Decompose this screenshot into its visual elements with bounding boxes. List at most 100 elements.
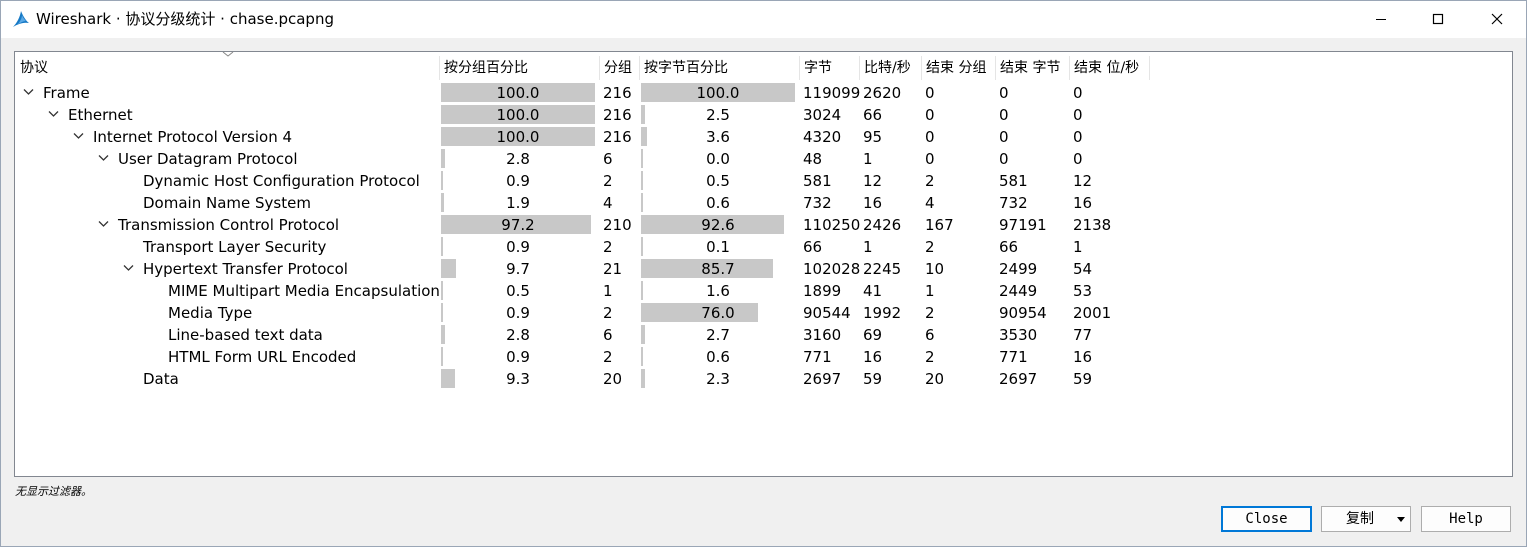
end-bytes-value: 90954 xyxy=(999,304,1047,322)
chevron-down-icon[interactable] xyxy=(98,154,109,162)
bits-per-second-value: 2426 xyxy=(863,216,902,234)
tree-row[interactable]: User Datagram Protocol 2.8 0.0 6 48 1 0 0 0 xyxy=(15,148,1512,170)
packets-value: 6 xyxy=(603,150,613,168)
bytes-value: 1899 xyxy=(803,282,842,300)
chevron-down-icon[interactable] xyxy=(73,132,84,140)
percent-packets-value: 9.3 xyxy=(506,370,530,388)
dropdown-arrow-icon[interactable] xyxy=(1397,517,1405,522)
bytes-value: 581 xyxy=(803,172,832,190)
end-bits-per-second-value: 77 xyxy=(1073,326,1093,344)
percent-packets-cell: 2.8 xyxy=(439,324,597,346)
bits-per-second-value: 59 xyxy=(863,370,883,388)
column-header-row: 协议 按分组百分比 分组 按字节百分比 字节 比特/秒 结束 分组 结束 字节 … xyxy=(15,56,1512,80)
tree-row[interactable]: Transmission Control Protocol 97.2 92.6 210… xyxy=(15,214,1512,236)
minimize-icon xyxy=(1376,19,1386,20)
tree-row[interactable]: MIME Multipart Media Encapsulation 0.5 1.6… xyxy=(15,280,1512,302)
percent-bytes-value: 0.0 xyxy=(706,150,730,168)
percent-bytes-cell: 0.0 xyxy=(639,148,797,170)
bytes-value: 732 xyxy=(803,194,832,212)
percent-packets-cell: 100.0 xyxy=(439,82,597,104)
percent-packets-value: 2.8 xyxy=(506,326,530,344)
percent-packets-value: 0.9 xyxy=(506,172,530,190)
protocol-cell: Ethernet xyxy=(15,104,439,126)
percent-bytes-value: 2.5 xyxy=(706,106,730,124)
column-header-end-packets[interactable]: 结束 分组 xyxy=(921,56,986,80)
end-packets-value: 10 xyxy=(925,260,945,278)
column-header-bytes[interactable]: 字节 xyxy=(799,56,832,80)
end-bytes-value: 0 xyxy=(999,150,1009,168)
protocol-cell: Dynamic Host Configuration Protocol xyxy=(15,170,439,192)
protocol-name: Ethernet xyxy=(68,106,133,124)
bytes-value: 771 xyxy=(803,348,832,366)
end-bytes-value: 66 xyxy=(999,238,1019,256)
bits-per-second-value: 66 xyxy=(863,106,883,124)
close-window-button[interactable] xyxy=(1468,0,1526,38)
chevron-down-icon[interactable] xyxy=(48,110,59,118)
tree-row[interactable]: Ethernet 100.0 2.5 216 3024 66 0 0 0 xyxy=(15,104,1512,126)
end-packets-value: 0 xyxy=(925,106,935,124)
bits-per-second-value: 16 xyxy=(863,194,883,212)
protocol-name: Frame xyxy=(43,84,90,102)
end-packets-value: 0 xyxy=(925,84,935,102)
column-header-percent-packets[interactable]: 按分组百分比 xyxy=(439,56,528,80)
end-bits-per-second-value: 0 xyxy=(1073,128,1083,146)
bytes-value: 90544 xyxy=(803,304,851,322)
bits-per-second-value: 12 xyxy=(863,172,883,190)
percent-bytes-value: 0.5 xyxy=(706,172,730,190)
percent-bytes-cell: 76.0 xyxy=(639,302,797,324)
help-button[interactable]: Help xyxy=(1421,506,1511,532)
protocol-cell: Media Type xyxy=(15,302,439,324)
percent-packets-value: 0.9 xyxy=(506,238,530,256)
tree-row[interactable]: Hypertext Transfer Protocol 9.7 85.7 21 1020… xyxy=(15,258,1512,280)
end-bytes-value: 97191 xyxy=(999,216,1047,234)
wireshark-fin-icon xyxy=(13,11,29,27)
packets-value: 2 xyxy=(603,238,613,256)
bytes-value: 119099 xyxy=(803,84,861,102)
column-header-percent-bytes[interactable]: 按字节百分比 xyxy=(639,56,728,80)
tree-row[interactable]: Media Type 0.9 76.0 2 90544 1992 2 90954 2001 xyxy=(15,302,1512,324)
percent-bytes-value: 3.6 xyxy=(706,128,730,146)
end-packets-value: 0 xyxy=(925,128,935,146)
title-bar: Wireshark · 协议分级统计 · chase.pcapng xyxy=(0,0,1527,38)
protocol-cell: Transmission Control Protocol xyxy=(15,214,439,236)
percent-bytes-value: 1.6 xyxy=(706,282,730,300)
tree-row[interactable]: Data 9.3 2.3 20 2697 59 20 2697 59 xyxy=(15,368,1512,390)
close-button[interactable]: Close xyxy=(1221,506,1312,532)
tree-row[interactable]: Line-based text data 2.8 2.7 6 3160 69 6 3530 77 xyxy=(15,324,1512,346)
chevron-down-icon[interactable] xyxy=(123,264,134,272)
tree-row[interactable]: HTML Form URL Encoded 0.9 0.6 2 771 16 2 771 16 xyxy=(15,346,1512,368)
percent-packets-cell: 2.8 xyxy=(439,148,597,170)
protocol-cell: Data xyxy=(15,368,439,390)
packets-value: 216 xyxy=(603,106,632,124)
tree-row[interactable]: Internet Protocol Version 4 100.0 3.6 216 43… xyxy=(15,126,1512,148)
column-header-bits-per-second[interactable]: 比特/秒 xyxy=(859,56,911,80)
tree-row[interactable]: Domain Name System 1.9 0.6 4 732 16 4 732 16 xyxy=(15,192,1512,214)
percent-bytes-cell: 0.1 xyxy=(639,236,797,258)
tree-row[interactable]: Dynamic Host Configuration Protocol 0.9 0.… xyxy=(15,170,1512,192)
percent-bytes-cell: 2.3 xyxy=(639,368,797,390)
protocol-hierarchy-tree[interactable]: 协议 按分组百分比 分组 按字节百分比 字节 比特/秒 结束 分组 结束 字节 … xyxy=(14,51,1513,477)
end-bits-per-second-value: 16 xyxy=(1073,348,1093,366)
column-header-packets[interactable]: 分组 xyxy=(599,56,632,80)
protocol-cell: Domain Name System xyxy=(15,192,439,214)
end-bits-per-second-value: 0 xyxy=(1073,106,1083,124)
packets-value: 2 xyxy=(603,348,613,366)
packets-value: 210 xyxy=(603,216,632,234)
packets-value: 2 xyxy=(603,172,613,190)
bits-per-second-value: 69 xyxy=(863,326,883,344)
protocol-cell: MIME Multipart Media Encapsulation xyxy=(15,280,440,302)
column-header-end-bits-per-second[interactable]: 结束 位/秒 xyxy=(1069,56,1139,80)
minimize-button[interactable] xyxy=(1352,0,1410,38)
chevron-down-icon[interactable] xyxy=(23,88,34,96)
copy-button[interactable]: 复制 xyxy=(1321,506,1411,532)
maximize-button[interactable] xyxy=(1409,0,1467,38)
end-bits-per-second-value: 12 xyxy=(1073,172,1093,190)
column-header-end-bytes[interactable]: 结束 字节 xyxy=(995,56,1060,80)
bytes-value: 48 xyxy=(803,150,823,168)
chevron-down-icon[interactable] xyxy=(98,220,109,228)
percent-packets-cell: 97.2 xyxy=(439,214,597,236)
column-header-protocol[interactable]: 协议 xyxy=(15,56,48,80)
tree-row[interactable]: Frame 100.0 100.0 216 119099 2620 0 0 0 xyxy=(15,82,1512,104)
tree-row[interactable]: Transport Layer Security 0.9 0.1 2 66 1 2 66 1 xyxy=(15,236,1512,258)
percent-bytes-value: 0.6 xyxy=(706,194,730,212)
